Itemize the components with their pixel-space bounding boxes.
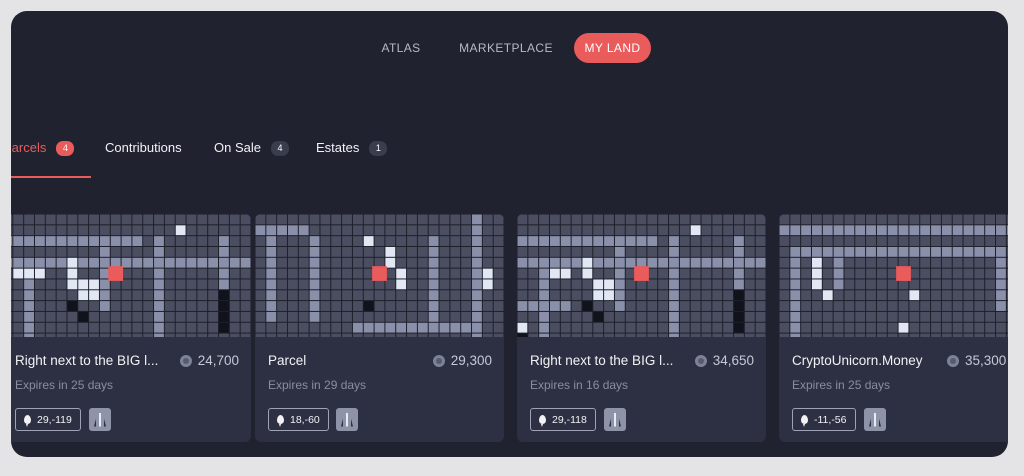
parcel-card[interactable]: Right next to the BIG l... 34,650 Expire… xyxy=(517,214,766,442)
parcel-card[interactable]: CryptoUnicorn.Money 35,300 Expires in 25… xyxy=(779,214,1008,442)
parcel-price: 24,700 xyxy=(179,353,239,368)
parcel-expiration: Expires in 16 days xyxy=(530,378,629,392)
parcel-expiration: Expires in 25 days xyxy=(15,378,114,392)
price-value: 29,300 xyxy=(450,353,492,368)
tab-label: Contributions xyxy=(105,140,182,155)
coordinates-button[interactable]: 29,-119 xyxy=(15,408,81,431)
nav-atlas[interactable]: ATLAS xyxy=(371,33,431,63)
price-value: 34,650 xyxy=(712,353,754,368)
tab-estates[interactable]: Estates 1 xyxy=(316,136,388,178)
owned-parcel-marker xyxy=(108,266,124,281)
road-button[interactable] xyxy=(336,408,358,431)
parcel-title: CryptoUnicorn.Money xyxy=(792,353,923,368)
parcel-title: Parcel xyxy=(268,353,307,368)
parcel-card[interactable]: Parcel 29,300 Expires in 29 days 18,-60 xyxy=(255,214,504,442)
tab-label: Parcels xyxy=(11,140,47,155)
parcel-price: 35,300 xyxy=(947,353,1006,368)
parcel-title: Right next to the BIG l... xyxy=(15,353,159,368)
parcel-card[interactable]: Right next to the BIG l... 24,700 Expire… xyxy=(11,214,251,442)
road-icon xyxy=(869,412,881,427)
mana-icon xyxy=(179,354,192,367)
land-tabs: Parcels 4 Contributions On Sale 4 Estate… xyxy=(11,136,1008,178)
parcel-map-thumbnail xyxy=(517,214,766,337)
coordinates-button[interactable]: 18,-60 xyxy=(268,408,329,431)
parcel-price: 34,650 xyxy=(694,353,754,368)
tab-label: Estates xyxy=(316,140,360,155)
parcel-expiration: Expires in 29 days xyxy=(268,378,367,392)
tab-on-sale[interactable]: On Sale 4 xyxy=(214,136,289,178)
road-button[interactable] xyxy=(604,408,626,431)
road-icon xyxy=(341,412,353,427)
nav-my-land[interactable]: MY LAND xyxy=(574,33,651,63)
mana-icon xyxy=(432,354,445,367)
price-value: 24,700 xyxy=(197,353,239,368)
road-button[interactable] xyxy=(864,408,886,431)
mana-icon xyxy=(947,354,959,367)
owned-parcel-marker xyxy=(634,266,649,281)
tab-label: On Sale xyxy=(214,140,261,155)
tab-parcels[interactable]: Parcels 4 xyxy=(11,136,91,178)
owned-parcel-marker xyxy=(372,266,387,281)
parcel-map-thumbnail xyxy=(255,214,504,337)
app-window: ATLAS MARKETPLACE MY LAND Parcels 4 Cont… xyxy=(11,11,1008,457)
top-navigation: ATLAS MARKETPLACE MY LAND xyxy=(11,33,1008,63)
nav-marketplace[interactable]: MARKETPLACE xyxy=(451,33,561,63)
price-value: 35,300 xyxy=(965,353,1007,368)
map-pin-icon xyxy=(277,415,284,427)
coordinates-value: 29,-118 xyxy=(552,413,587,426)
road-button[interactable] xyxy=(89,408,111,431)
coordinates-value: 29,-119 xyxy=(37,413,72,426)
coordinates-button[interactable]: 29,-118 xyxy=(530,408,596,431)
mana-icon xyxy=(694,354,707,367)
parcel-map-thumbnail xyxy=(779,214,1008,337)
map-pin-icon xyxy=(539,415,546,427)
parcels-count-badge: 4 xyxy=(56,141,75,156)
road-icon xyxy=(94,412,106,427)
parcel-title: Right next to the BIG l... xyxy=(530,353,674,368)
parcel-expiration: Expires in 25 days xyxy=(792,378,891,392)
tab-contributions[interactable]: Contributions xyxy=(105,136,182,178)
owned-parcel-marker xyxy=(896,266,911,281)
road-icon xyxy=(609,412,621,427)
coordinates-button[interactable]: -11,-56 xyxy=(792,408,856,431)
coordinates-value: -11,-56 xyxy=(814,413,847,426)
parcel-price: 29,300 xyxy=(432,353,492,368)
coordinates-value: 18,-60 xyxy=(290,413,320,426)
map-pin-icon xyxy=(801,415,808,427)
estates-count-badge: 1 xyxy=(369,141,388,156)
parcel-map-thumbnail xyxy=(11,214,251,337)
on-sale-count-badge: 4 xyxy=(270,141,289,156)
map-pin-icon xyxy=(24,415,31,427)
